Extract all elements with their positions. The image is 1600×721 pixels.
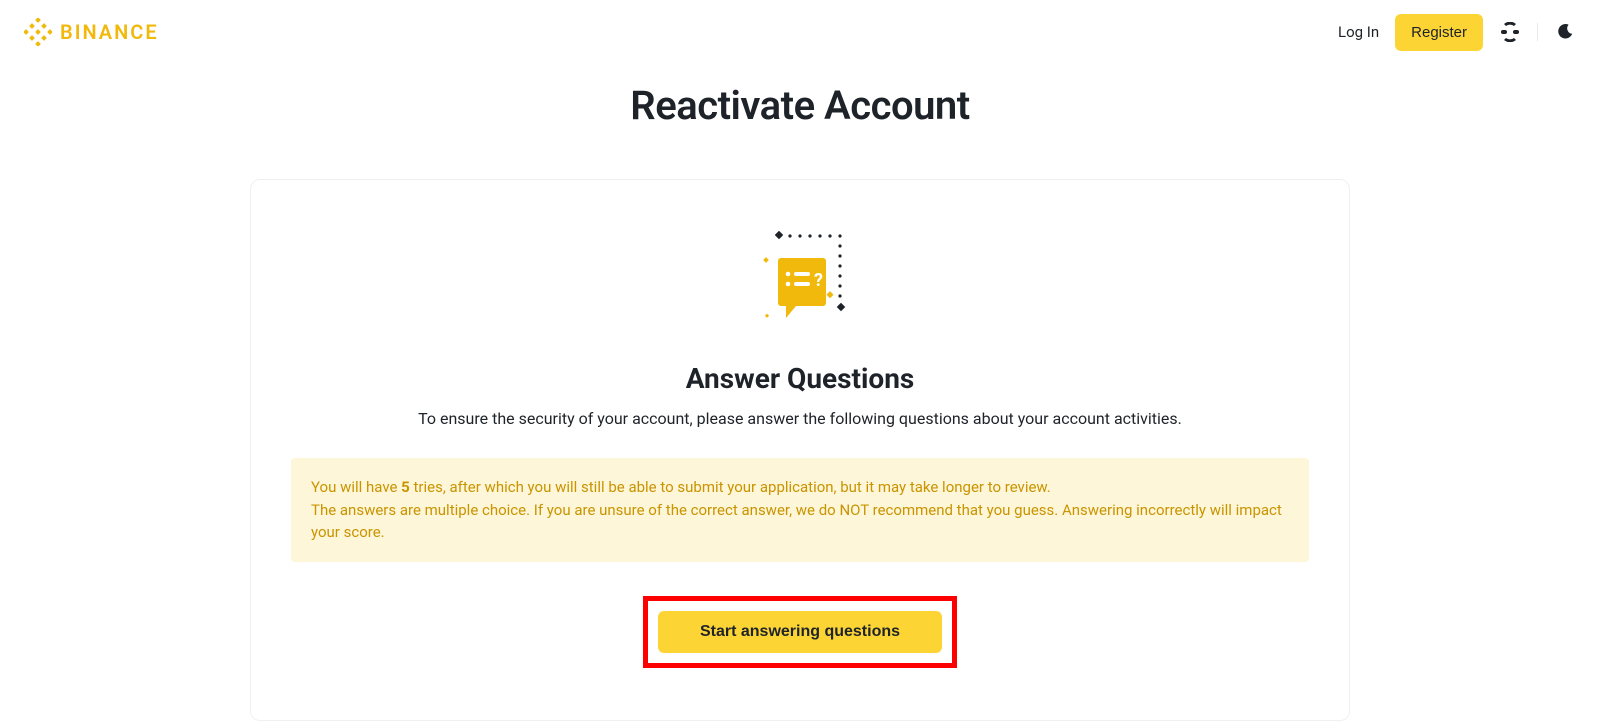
header-divider: [1537, 23, 1538, 41]
notice-line-2: The answers are multiple choice. If you …: [311, 499, 1289, 544]
login-link[interactable]: Log In: [1338, 23, 1379, 41]
notice-box: You will have 5 tries, after which you w…: [291, 458, 1309, 562]
section-description: To ensure the security of your account, …: [291, 409, 1309, 428]
header: BINANCE Log In Register: [0, 0, 1600, 64]
binance-logo-icon: [24, 18, 52, 46]
page-title: Reactivate Account: [0, 82, 1600, 129]
language-icon[interactable]: [1499, 21, 1521, 43]
register-button[interactable]: Register: [1395, 14, 1483, 51]
cta-highlight: Start answering questions: [643, 596, 957, 668]
notice-line-1: You will have 5 tries, after which you w…: [311, 476, 1289, 499]
header-actions: Log In Register: [1338, 14, 1576, 51]
questions-illustration-icon: ?: [291, 228, 1309, 342]
notice-suffix: tries, after which you will still be abl…: [410, 478, 1051, 496]
main-card: ? Answer Questions To ensure the securit…: [250, 179, 1350, 721]
notice-prefix: You will have: [311, 478, 401, 496]
section-title: Answer Questions: [291, 362, 1309, 395]
dark-mode-icon[interactable]: [1554, 21, 1576, 43]
start-answering-button[interactable]: Start answering questions: [658, 611, 942, 653]
tries-count: 5: [401, 478, 410, 496]
brand-logo[interactable]: BINANCE: [24, 18, 159, 46]
brand-name: BINANCE: [60, 20, 159, 44]
svg-text:?: ?: [814, 270, 823, 291]
